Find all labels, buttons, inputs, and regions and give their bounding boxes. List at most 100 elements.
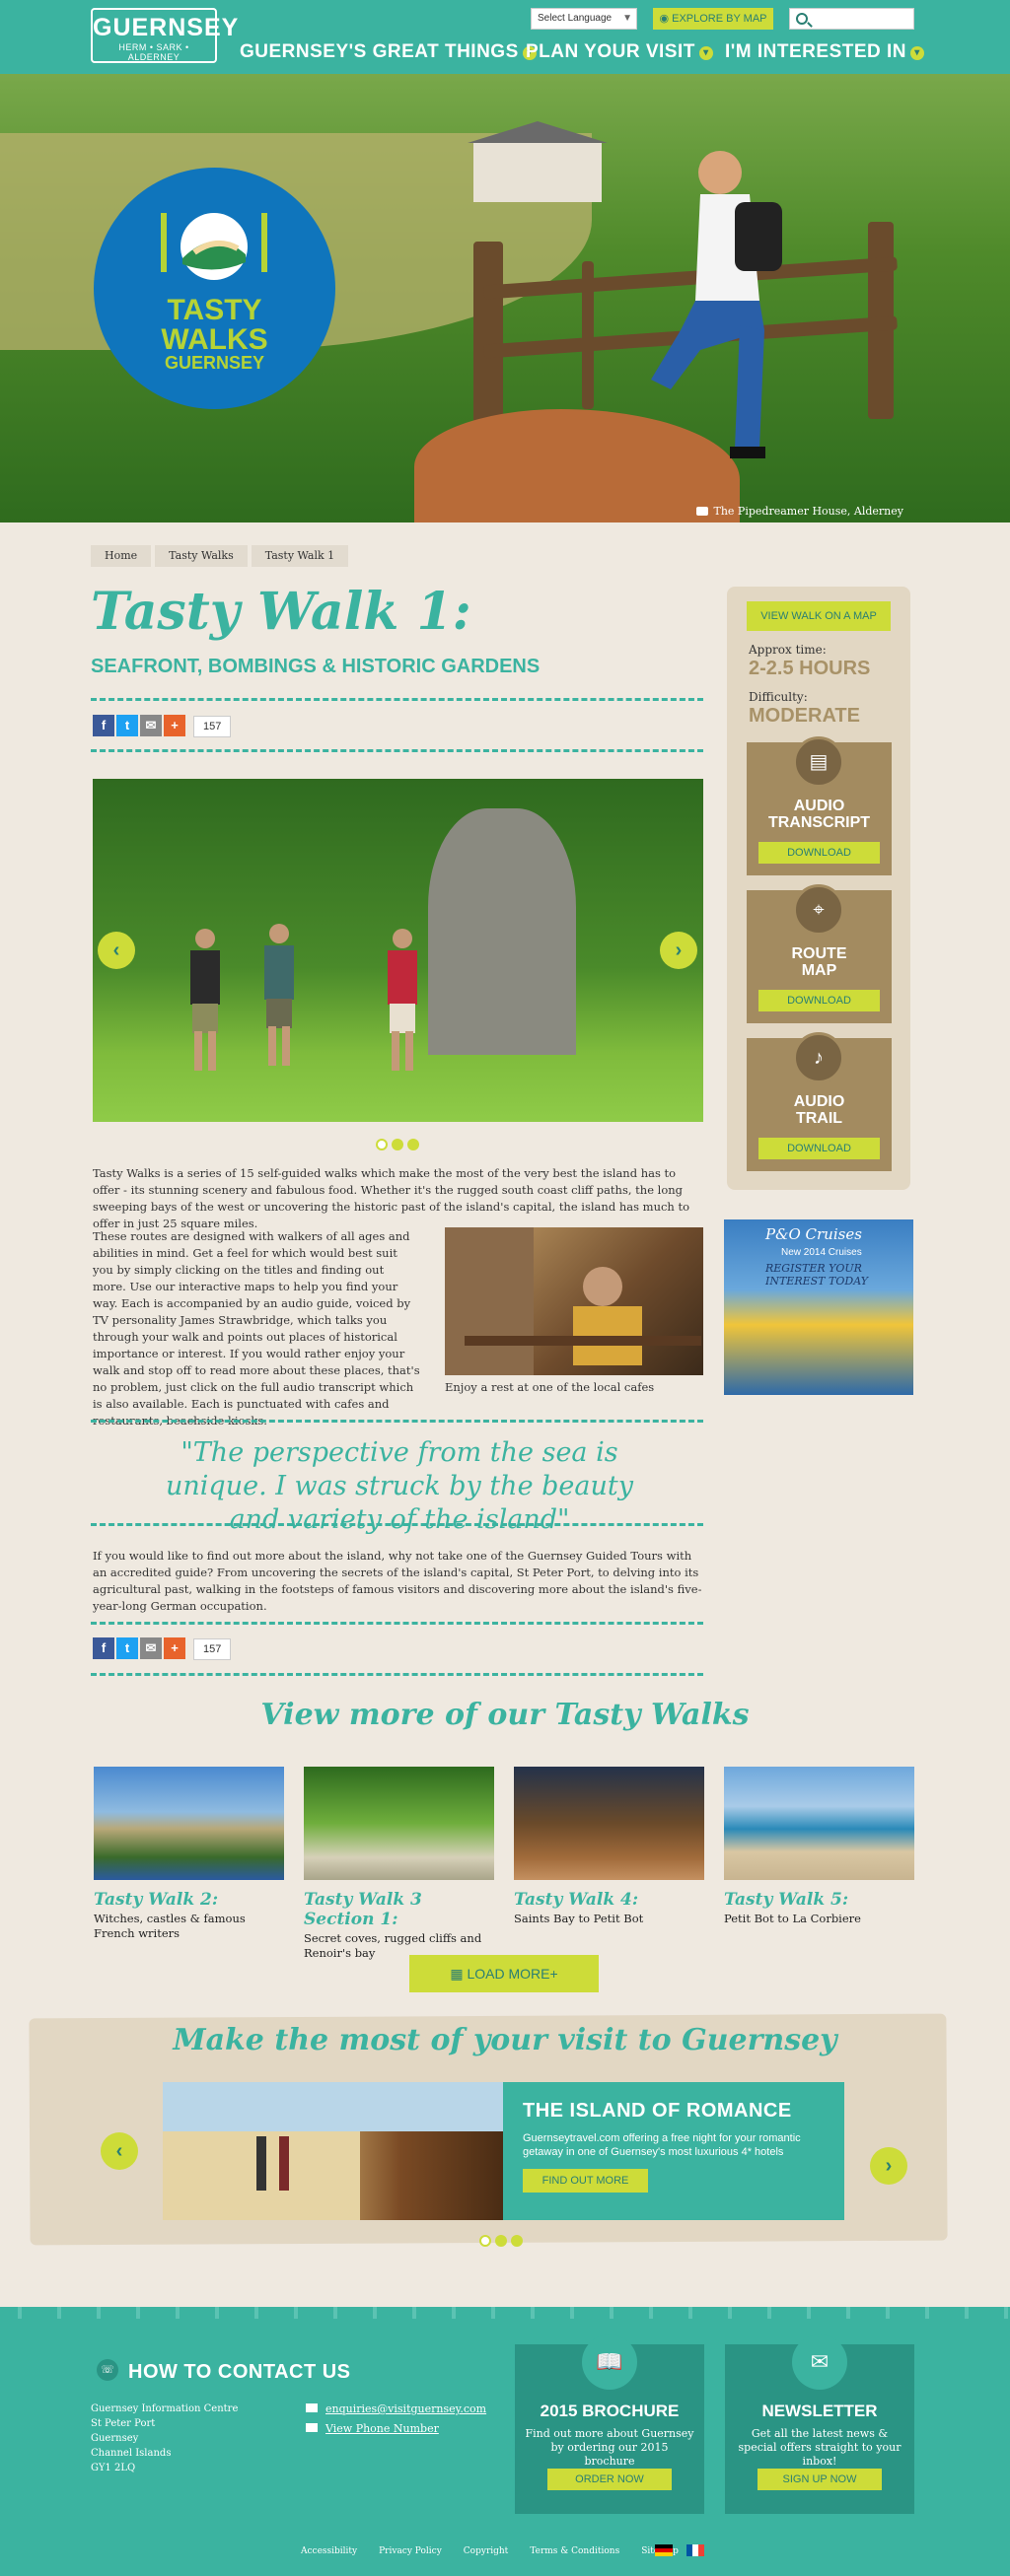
language-select[interactable]: Select Language ▼ xyxy=(531,8,637,30)
cafe-image xyxy=(445,1227,703,1375)
walk-card[interactable]: Tasty Walk 4: Saints Bay to Petit Bot xyxy=(514,1767,704,1926)
walk-info-sidebar: VIEW WALK ON A MAP Approx time: 2-2.5 HO… xyxy=(727,587,910,1190)
footer-link-terms[interactable]: Terms & Conditions xyxy=(530,2546,619,2556)
address-line: Channel Islands xyxy=(91,2448,172,2459)
walk-card[interactable]: Tasty Walk 2: Witches, castles & famous … xyxy=(94,1767,284,1941)
walk-card-title[interactable]: Tasty Walk 5: xyxy=(724,1890,914,1910)
gallery-statue xyxy=(428,808,576,1055)
pull-quote: "The perspective from the sea is unique.… xyxy=(166,1437,633,1535)
promo-next-button[interactable]: › xyxy=(870,2147,907,2185)
address-line: Guernsey xyxy=(91,2433,139,2444)
footer-link-accessibility[interactable]: Accessibility xyxy=(301,2546,357,2556)
search-icon[interactable] xyxy=(796,13,808,25)
search-input[interactable] xyxy=(789,8,914,30)
walk-card-desc: Saints Bay to Petit Bot xyxy=(514,1912,644,1925)
sign-up-now-button[interactable]: SIGN UP NOW xyxy=(758,2469,882,2490)
map-pin-icon: ◉ xyxy=(659,13,673,25)
walk-card-title[interactable]: Tasty Walk 3 Section 1: xyxy=(304,1890,494,1929)
facebook-icon[interactable]: f xyxy=(93,1637,114,1659)
view-walk-on-map-button[interactable]: VIEW WALK ON A MAP xyxy=(747,601,891,631)
walk-card-title[interactable]: Tasty Walk 2: xyxy=(94,1890,284,1910)
plus-share-icon[interactable]: + xyxy=(164,715,185,736)
promo-prev-button[interactable]: ‹ xyxy=(101,2132,138,2170)
outro-paragraph: If you would like to find out more about… xyxy=(93,1549,702,1613)
chevron-down-icon: ▾ xyxy=(698,46,713,60)
address-line: St Peter Port xyxy=(91,2418,156,2429)
panel-label: ROUTE xyxy=(791,945,847,962)
promo-text: Guernseytravel.com offering a free night… xyxy=(523,2132,801,2158)
nav-label: I'M INTERESTED IN xyxy=(725,41,907,62)
music-note-icon: ♪ xyxy=(793,1032,844,1083)
email-link[interactable]: enquiries@visitguernsey.com xyxy=(325,2402,486,2415)
load-more-label: LOAD MORE+ xyxy=(467,1966,558,1982)
walk-card-title[interactable]: Tasty Walk 4: xyxy=(514,1890,704,1910)
page-title: Tasty Walk 1: xyxy=(91,582,471,642)
intro-paragraph: Tasty Walks is a series of 15 self-guide… xyxy=(93,1166,690,1230)
footer-link-copyright[interactable]: Copyright xyxy=(464,2546,509,2556)
chevron-down-icon: ▾ xyxy=(910,46,925,60)
map-pin-icon: ⌖ xyxy=(793,884,844,936)
download-route-map-button[interactable]: DOWNLOAD xyxy=(758,990,880,1011)
french-flag-icon[interactable] xyxy=(686,2544,704,2556)
grid-icon: ▦ xyxy=(450,1966,468,1982)
chevron-down-icon: ▼ xyxy=(622,13,632,24)
promo-panel: THE ISLAND OF ROMANCE Guernseytravel.com… xyxy=(503,2082,844,2220)
walk-card-image[interactable] xyxy=(514,1767,704,1880)
panel-label: AUDIO xyxy=(793,798,845,814)
footer-links: Accessibility Privacy Policy Copyright Term… xyxy=(301,2546,700,2556)
time-label: Approx time: xyxy=(749,643,827,657)
twitter-icon[interactable]: t xyxy=(116,715,138,736)
share-count: 157 xyxy=(193,716,232,737)
promo-band-title: Make the most of your visit to Guernsey xyxy=(173,2023,837,2057)
badge-line-1: TASTY xyxy=(167,294,262,326)
gallery-walker xyxy=(264,924,294,1066)
facebook-icon[interactable]: f xyxy=(93,715,114,736)
panel-label: TRANSCRIPT xyxy=(767,814,871,831)
envelope-icon: ✉ xyxy=(792,2334,847,2390)
email-icon[interactable]: ✉ xyxy=(140,1637,162,1659)
walk-card[interactable]: Tasty Walk 5: Petit Bot to La Corbiere xyxy=(724,1767,914,1926)
nav-im-interested-in[interactable]: I'M INTERESTED IN ▾ xyxy=(725,41,925,63)
page-subtitle: SEAFRONT, BOMBINGS & HISTORIC GARDENS xyxy=(91,656,541,677)
breadcrumb-home[interactable]: Home xyxy=(91,545,152,567)
ad-brand: P&O Cruises xyxy=(765,1225,862,1243)
plus-share-icon[interactable]: + xyxy=(164,1637,185,1659)
logo-tagline: HERM • SARK • ALDERNEY xyxy=(118,42,189,62)
phone-icon xyxy=(306,2423,318,2432)
hero-caption-text: The Pipedreamer House, Alderney xyxy=(713,505,904,518)
document-icon: ▤ xyxy=(793,736,844,788)
promo-image xyxy=(163,2082,503,2220)
nav-plan-your-visit[interactable]: PLAN YOUR VISIT ▾ xyxy=(526,41,713,63)
download-transcript-button[interactable]: DOWNLOAD xyxy=(758,842,880,864)
walk-card-image[interactable] xyxy=(94,1767,284,1880)
find-out-more-button[interactable]: FIND OUT MORE xyxy=(523,2169,648,2193)
walk-card-image[interactable] xyxy=(304,1767,494,1880)
carousel-dots[interactable] xyxy=(374,1136,421,1150)
image-caption: Enjoy a rest at one of the local cafes xyxy=(445,1380,655,1394)
brochure-title: 2015 BROCHURE xyxy=(540,2402,680,2420)
address-line: GY1 2LQ xyxy=(91,2463,136,2473)
carousel-next-button[interactable]: › xyxy=(660,932,697,969)
route-map-panel: ⌖ ROUTE MAP DOWNLOAD xyxy=(747,884,892,1023)
order-now-button[interactable]: ORDER NOW xyxy=(547,2469,672,2490)
email-icon[interactable]: ✉ xyxy=(140,715,162,736)
german-flag-icon[interactable] xyxy=(655,2544,673,2556)
download-audio-trail-button[interactable]: DOWNLOAD xyxy=(758,1138,880,1159)
carousel-prev-button[interactable]: ‹ xyxy=(98,932,135,969)
load-more-button[interactable]: ▦ LOAD MORE+ xyxy=(409,1955,599,1992)
hero-house xyxy=(468,121,608,202)
nav-guernseys-great-things[interactable]: GUERNSEY'S GREAT THINGS ▾ xyxy=(240,41,537,63)
walk-card-desc: Witches, castles & famous French writers xyxy=(94,1912,246,1940)
explore-by-map-button[interactable]: ◉ EXPLORE BY MAP xyxy=(653,8,773,30)
twitter-icon[interactable]: t xyxy=(116,1637,138,1659)
view-phone-number-link[interactable]: View Phone Number xyxy=(325,2422,439,2435)
promo-dots[interactable] xyxy=(477,2232,525,2247)
footer-link-privacy[interactable]: Privacy Policy xyxy=(379,2546,442,2556)
po-cruises-ad[interactable]: P&O Cruises New 2014 Cruises REGISTER YO… xyxy=(724,1219,913,1395)
walk-card[interactable]: Tasty Walk 3 Section 1: Secret coves, ru… xyxy=(304,1767,494,1961)
walk-card-image[interactable] xyxy=(724,1767,914,1880)
breadcrumb-tasty-walks[interactable]: Tasty Walks xyxy=(155,545,248,567)
badge-line-3: GUERNSEY xyxy=(164,353,265,373)
guernsey-logo[interactable]: GUERNSEY HERM • SARK • ALDERNEY xyxy=(91,8,238,63)
gallery-walker xyxy=(190,929,220,1071)
